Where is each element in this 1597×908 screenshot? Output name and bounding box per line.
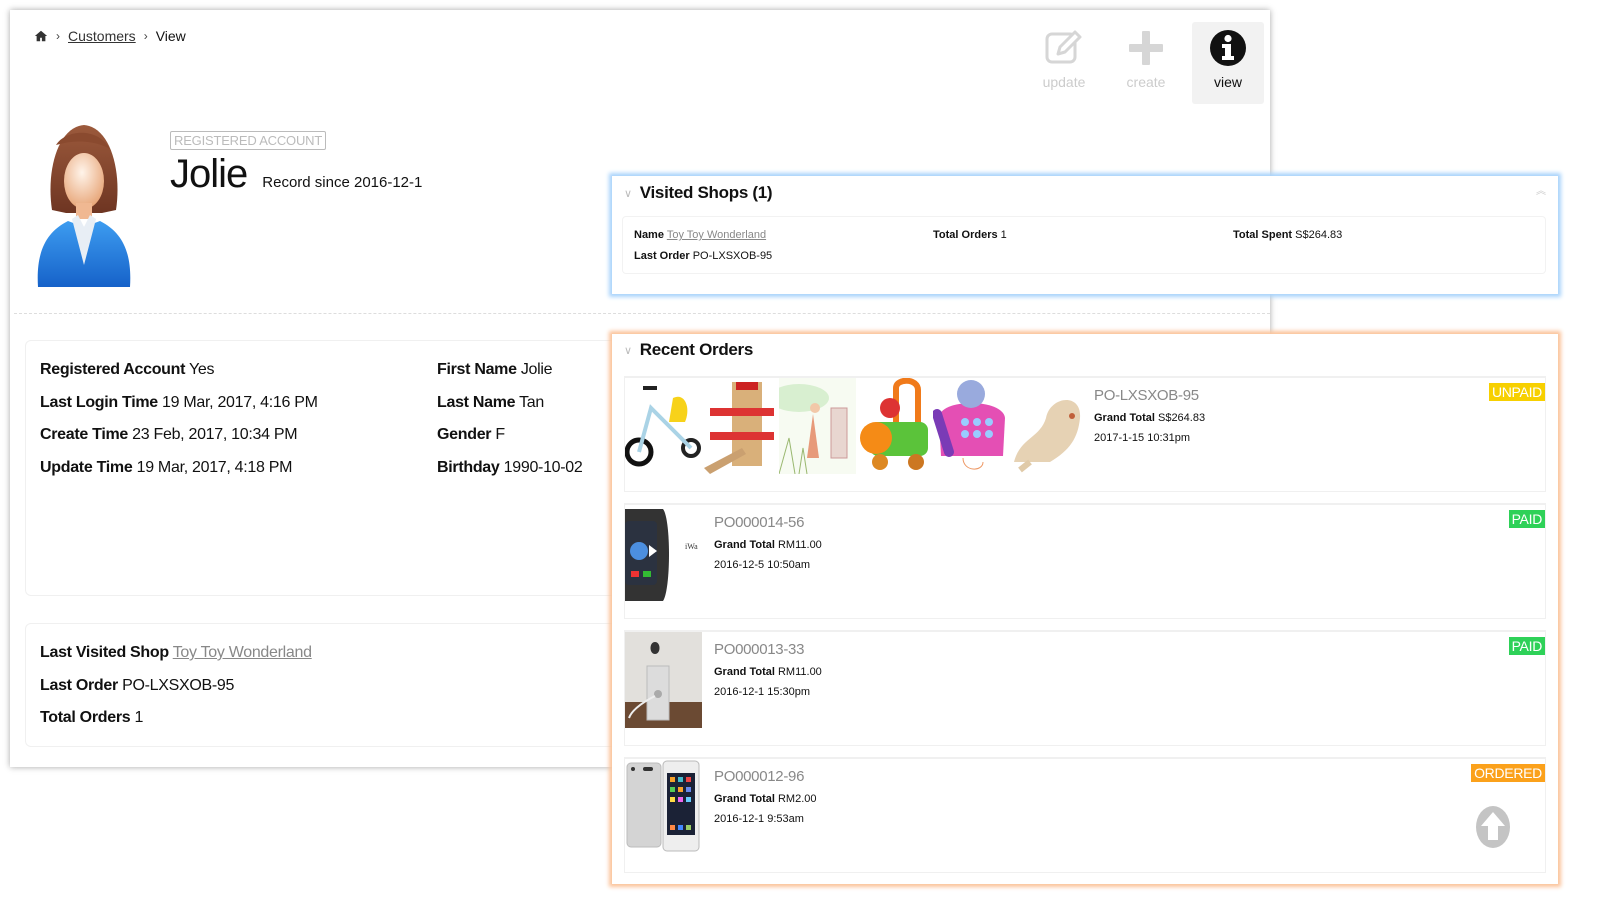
visited-shops-header[interactable]: ∨ Visited Shops (1): [624, 183, 773, 203]
total-orders-field: Total Orders 1: [40, 709, 144, 726]
shop-name-field: Name Toy Toy Wonderland: [634, 229, 767, 241]
ride-on-train-thumbnail: [856, 378, 933, 474]
plus-icon: [1129, 31, 1163, 65]
info-icon: [1210, 30, 1246, 66]
order-number[interactable]: PO000013-33: [714, 641, 822, 658]
order-row[interactable]: iWa PO000014-56 Grand Total RM11.00 2016…: [624, 503, 1546, 619]
order-info: PO000013-33 Grand Total RM11.00 2016-12-…: [714, 641, 822, 698]
order-info: PO000012-96 Grand Total RM2.00 2016-12-1…: [714, 768, 817, 825]
update-label: update: [1042, 74, 1086, 90]
order-info: PO000014-56 Grand Total RM11.00 2016-12-…: [714, 514, 822, 571]
update-time-field: Update Time 19 Mar, 2017, 4:18 PM: [40, 459, 293, 476]
first-name-field: First Name Jolie: [437, 361, 553, 378]
breadcrumb: › Customers › View: [34, 28, 186, 44]
chevron-down-icon: ∨: [624, 344, 632, 357]
grand-total: Grand Total RM2.00: [714, 793, 817, 805]
create-label: create: [1126, 74, 1166, 90]
tricycle-thumbnail: [625, 378, 702, 474]
view-label: view: [1213, 74, 1242, 90]
order-date: 2016-12-1 9:53am: [714, 813, 804, 825]
shop-total-spent-field: Total Spent S$264.83: [1233, 229, 1343, 241]
grand-total: Grand Total RM11.00: [714, 539, 822, 551]
order-thumbnails: [625, 632, 702, 728]
shop-card: Name Toy Toy Wonderland Total Orders 1 T…: [622, 216, 1546, 274]
profile-header: REGISTERED ACCOUNT Jolie Record since 20…: [170, 131, 422, 197]
ipod-touch-thumbnail: [625, 759, 702, 855]
svg-text:iWa: iWa: [685, 542, 698, 551]
order-thumbnails: [625, 378, 1087, 474]
order-date: 2017-1-15 10:31pm: [1094, 432, 1191, 444]
grand-total: Grand Total S$264.83: [1094, 412, 1206, 424]
double-chevron-up-icon[interactable]: ︽: [1536, 182, 1546, 197]
shop-name-link[interactable]: Toy Toy Wonderland: [667, 229, 766, 241]
view-button[interactable]: view: [1192, 22, 1264, 104]
female-user-avatar-icon: [37, 125, 131, 287]
create-button[interactable]: create: [1110, 22, 1182, 104]
order-number[interactable]: PO000012-96: [714, 768, 817, 785]
last-visited-shop-link[interactable]: Toy Toy Wonderland: [173, 644, 312, 661]
order-number[interactable]: PO-LXSXOB-95: [1094, 387, 1205, 404]
plush-seal-thumbnail: [1010, 378, 1087, 474]
order-date: 2016-12-1 15:30pm: [714, 686, 811, 698]
breadcrumb-customers-link[interactable]: Customers: [68, 28, 136, 44]
status-badge: UNPAID: [1488, 383, 1545, 401]
order-row[interactable]: PO-LXSXOB-95 Grand Total S$264.83 2017-1…: [624, 376, 1546, 492]
visited-shops-panel: ∨ Visited Shops (1) ︽ Name Toy Toy Wonde…: [612, 176, 1558, 294]
wooden-parking-garage-thumbnail: [702, 378, 779, 474]
customer-name: Jolie: [170, 152, 248, 196]
registered-account-field: Registered Account Yes: [40, 361, 215, 378]
record-since: Record since 2016-12-1: [262, 174, 423, 191]
create-time-field: Create Time 23 Feb, 2017, 10:34 PM: [40, 426, 298, 443]
imac-back-thumbnail: [625, 632, 702, 728]
visited-shops-title: Visited Shops (1): [639, 183, 773, 202]
registered-account-badge: REGISTERED ACCOUNT: [170, 131, 327, 150]
status-badge: PAID: [1508, 510, 1545, 528]
grand-total: Grand Total RM11.00: [714, 666, 822, 678]
last-name-field: Last Name Tan: [437, 394, 544, 411]
breadcrumb-separator: ›: [56, 29, 60, 43]
action-toolbar: update create view: [1028, 22, 1264, 104]
order-date: 2016-12-5 10:50am: [714, 559, 811, 571]
chevron-down-icon: ∨: [624, 187, 632, 200]
last-login-time-field: Last Login Time 19 Mar, 2017, 4:16 PM: [40, 394, 318, 411]
order-thumbnails: iWa: [625, 505, 702, 601]
last-visited-shop-field: Last Visited Shop Toy Toy Wonderland: [40, 644, 312, 661]
breadcrumb-current: View: [155, 28, 186, 44]
order-row[interactable]: PO000013-33 Grand Total RM11.00 2016-12-…: [624, 630, 1546, 746]
order-info: PO-LXSXOB-95 Grand Total S$264.83 2017-1…: [1094, 387, 1205, 444]
order-number[interactable]: PO000014-56: [714, 514, 822, 531]
last-order-field: Last Order PO-LXSXOB-95: [40, 677, 235, 694]
shop-total-orders-field: Total Orders 1: [933, 229, 1007, 241]
home-icon[interactable]: [34, 29, 48, 43]
gender-field: Gender F: [437, 426, 505, 443]
order-row[interactable]: PO000012-96 Grand Total RM2.00 2016-12-1…: [624, 757, 1546, 873]
section-divider: [14, 313, 1270, 314]
pink-toy-phone-thumbnail: [933, 378, 1010, 474]
update-button[interactable]: update: [1028, 22, 1100, 104]
status-badge: PAID: [1508, 637, 1545, 655]
birthday-field: Birthday 1990-10-02: [437, 459, 583, 476]
order-thumbnails: [625, 759, 702, 855]
status-badge: ORDERED: [1471, 764, 1545, 782]
edit-icon: [1045, 30, 1082, 64]
shop-last-order-field: Last Order PO-LXSXOB-95: [634, 250, 773, 262]
recent-orders-header[interactable]: ∨ Recent Orders: [624, 340, 753, 360]
arrow-up-circle-icon[interactable]: [1476, 806, 1510, 848]
recent-orders-title: Recent Orders: [639, 340, 754, 359]
watercolor-illustration-thumbnail: [779, 378, 856, 474]
recent-orders-panel: ∨ Recent Orders PO-LXSXOB-95 Grand Total…: [612, 334, 1558, 884]
breadcrumb-separator: ›: [143, 29, 148, 43]
smartwatch-thumbnail: iWa: [625, 505, 702, 601]
